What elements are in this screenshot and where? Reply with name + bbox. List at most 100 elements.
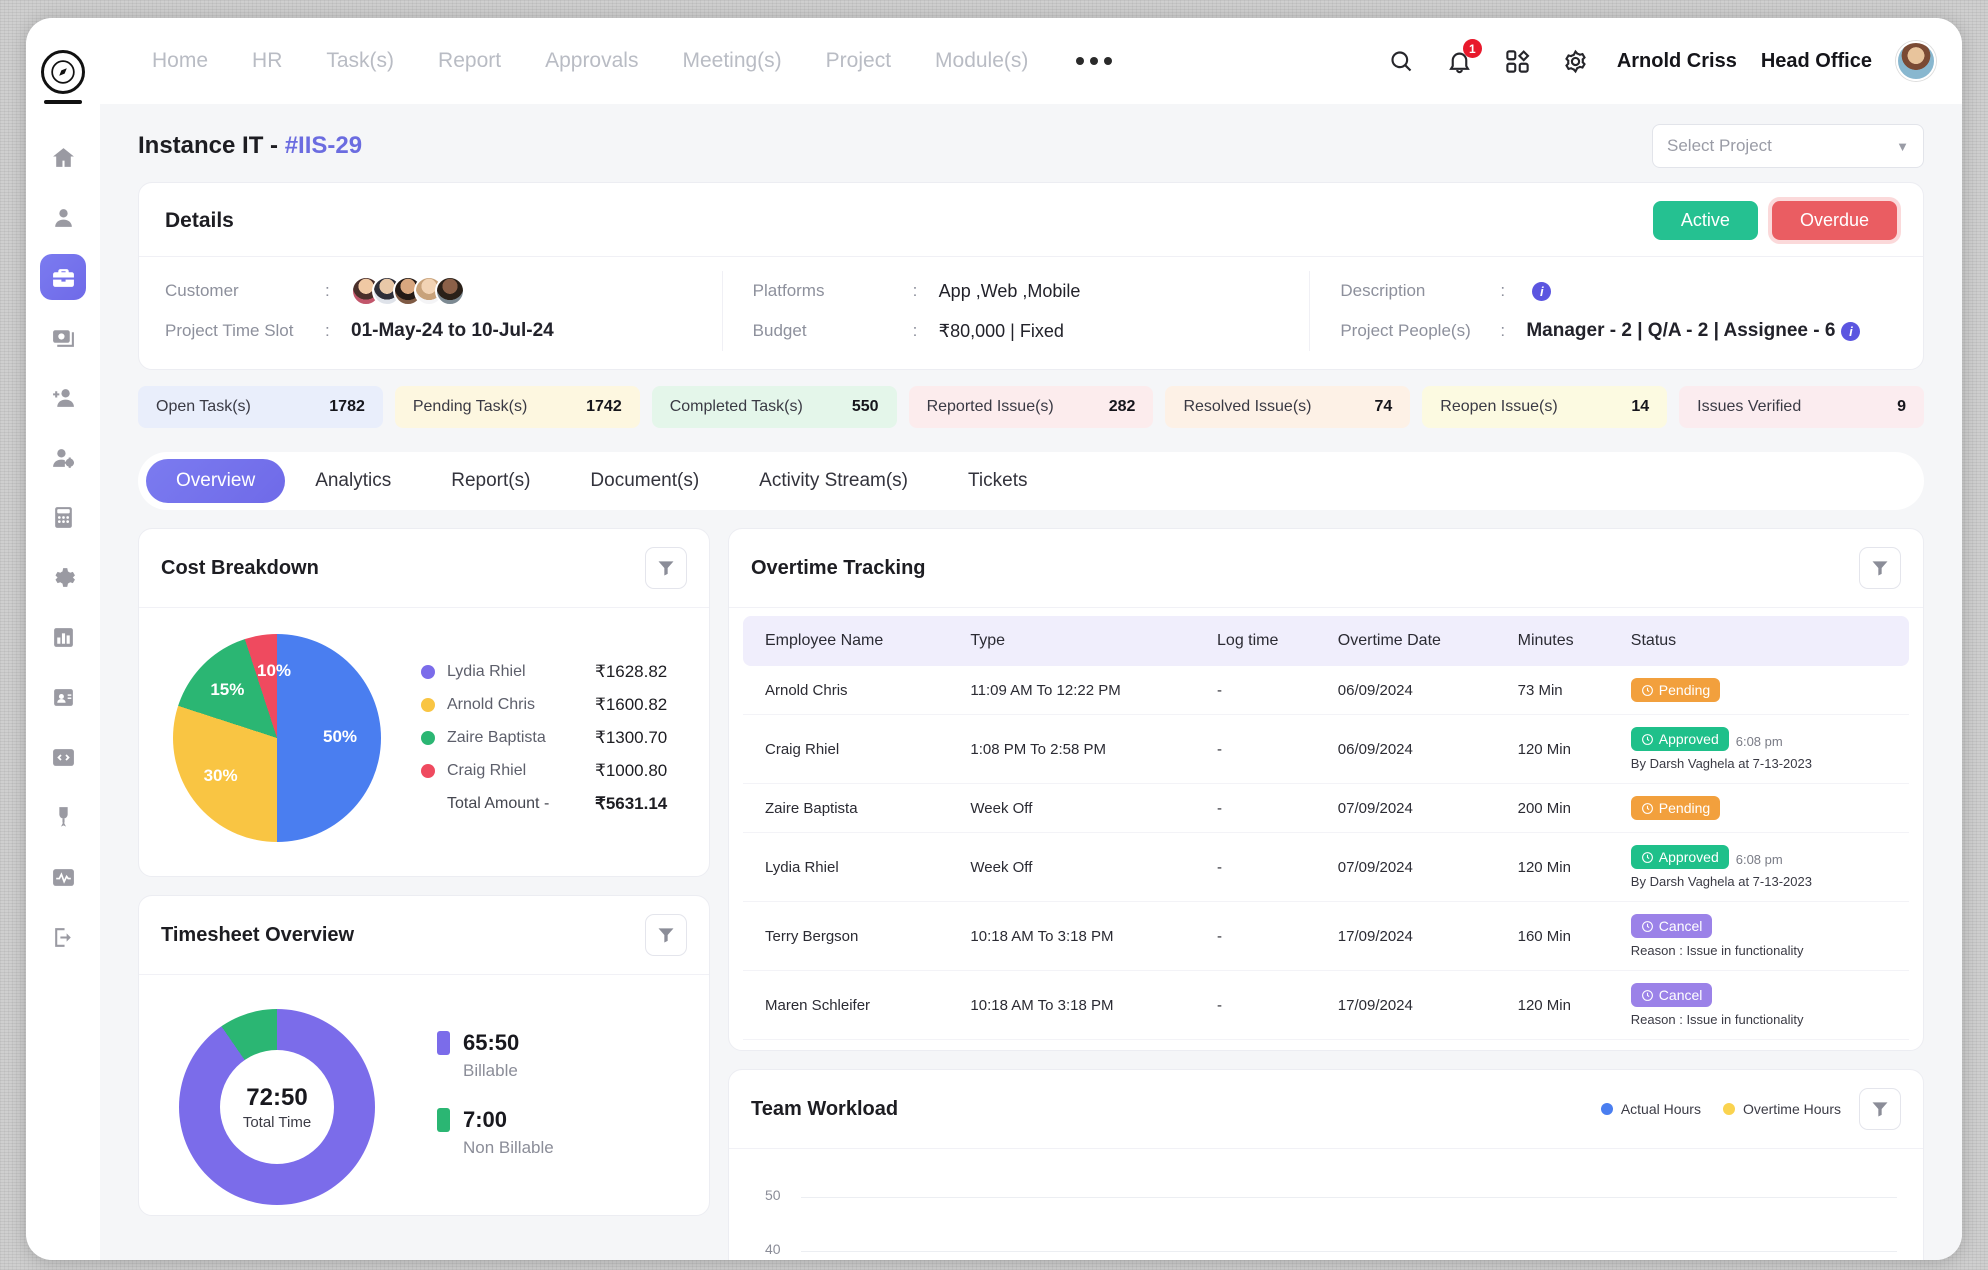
details-column-3: Description : i Project People(s) : Mana… bbox=[1309, 271, 1897, 351]
tab-overview[interactable]: Overview bbox=[146, 459, 286, 503]
overtime-tracking-widget: Overtime Tracking Employee Name Type Log… bbox=[728, 528, 1924, 1051]
sidebar-item-add-user[interactable] bbox=[40, 374, 86, 420]
avatar[interactable] bbox=[1896, 41, 1936, 81]
table-row[interactable]: Zaire Baptista Week Off -07/09/2024 200 Min… bbox=[743, 783, 1909, 833]
sidebar-item-calculator[interactable] bbox=[40, 494, 86, 540]
chip-open-tasks[interactable]: Open Task(s) 1782 bbox=[138, 386, 383, 428]
tab-activity-streams[interactable]: Activity Stream(s) bbox=[729, 459, 938, 503]
chip-reported-issues[interactable]: Reported Issue(s) 282 bbox=[908, 386, 1154, 428]
nav-item-hr[interactable]: HR bbox=[230, 49, 304, 73]
tab-documents[interactable]: Document(s) bbox=[560, 459, 729, 503]
customer-avatar-stack[interactable] bbox=[351, 276, 465, 306]
tab-tickets[interactable]: Tickets bbox=[938, 459, 1057, 503]
legend-dot bbox=[421, 731, 435, 745]
pie-slice-label: 30% bbox=[203, 765, 238, 785]
left-column: Cost Breakdown 50% 30% 15% 10% Lydia Rhi… bbox=[138, 528, 710, 1234]
sidebar-item-activity[interactable] bbox=[40, 854, 86, 900]
info-icon[interactable]: i bbox=[1841, 321, 1861, 341]
sidebar-item-reports[interactable] bbox=[40, 614, 86, 660]
status-badge-overdue[interactable]: Overdue bbox=[1771, 201, 1897, 240]
col-type: Type bbox=[958, 616, 1206, 666]
filter-icon[interactable] bbox=[645, 547, 687, 589]
nav-item-project[interactable]: Project bbox=[804, 49, 913, 73]
status-badge: Approved bbox=[1630, 845, 1729, 869]
nav-item-home[interactable]: Home bbox=[130, 49, 230, 73]
table-row[interactable]: Terry Bergson 10:18 AM To 3:18 PM -17/09/2… bbox=[743, 901, 1909, 971]
sidebar-item-contacts[interactable] bbox=[40, 674, 86, 720]
status-subtext: Reason : Issue in functionality bbox=[1630, 1012, 1804, 1027]
donut-center-value: 72:50 bbox=[246, 1083, 308, 1111]
page-content: Instance IT - #IIS-29 Select Project ▼ D… bbox=[100, 104, 1962, 1260]
chip-issues-verified[interactable]: Issues Verified 9 bbox=[1679, 386, 1925, 428]
cell-minutes: 73 Min bbox=[1505, 666, 1619, 715]
sidebar-item-settings[interactable] bbox=[40, 554, 86, 600]
compass-logo[interactable] bbox=[41, 50, 85, 94]
nav-item-approvals[interactable]: Approvals bbox=[523, 49, 660, 73]
nav-item-meetings[interactable]: Meeting(s) bbox=[660, 49, 803, 73]
nav-item-tasks[interactable]: Task(s) bbox=[304, 49, 416, 73]
cell-overtime-date: 17/09/2024 bbox=[1325, 970, 1506, 1040]
sidebar-item-home[interactable] bbox=[40, 134, 86, 180]
info-icon[interactable]: i bbox=[1532, 281, 1552, 301]
tab-reports[interactable]: Report(s) bbox=[421, 459, 560, 503]
user-name-label[interactable]: Arnold Criss bbox=[1617, 50, 1737, 73]
details-card: Details Active Overdue Customer : Projec… bbox=[138, 182, 1924, 370]
search-icon[interactable] bbox=[1385, 44, 1419, 78]
cell-minutes: 120 Min bbox=[1505, 714, 1619, 784]
filter-icon[interactable] bbox=[645, 914, 687, 956]
stat-chip-row: Open Task(s) 1782 Pending Task(s) 1742 Com… bbox=[100, 370, 1962, 436]
donut-legend: 65:50 Billable 7:00 Non Billable bbox=[437, 1030, 554, 1184]
grid-apps-icon[interactable] bbox=[1501, 44, 1535, 78]
time-slot-label: Project Time Slot bbox=[165, 321, 294, 340]
legend-swatch bbox=[437, 1108, 450, 1132]
more-menu-icon[interactable] bbox=[1050, 57, 1138, 65]
chip-resolved-issues[interactable]: Resolved Issue(s) 74 bbox=[1165, 386, 1411, 428]
sidebar-item-user-settings[interactable] bbox=[40, 434, 86, 480]
filter-icon[interactable] bbox=[1859, 547, 1901, 589]
tab-analytics[interactable]: Analytics bbox=[285, 459, 421, 503]
chip-completed-tasks[interactable]: Completed Task(s) 550 bbox=[651, 386, 897, 428]
sidebar-item-award[interactable] bbox=[40, 794, 86, 840]
pie-slice-label: 10% bbox=[257, 661, 292, 680]
sidebar-item-payroll[interactable] bbox=[40, 314, 86, 360]
cell-status: Approved 6:08 pm By Darsh Vaghela at 7-13-… bbox=[1618, 714, 1909, 784]
details-header: Details Active Overdue bbox=[139, 183, 1923, 257]
timesheet-chart: 72:50 Total Time 65:50 Billable 7:00 Non… bbox=[139, 975, 709, 1215]
page-header: Instance IT - #IIS-29 Select Project ▼ bbox=[100, 104, 1962, 182]
gear-icon[interactable] bbox=[1559, 44, 1593, 78]
nav-item-report[interactable]: Report bbox=[416, 49, 523, 73]
time-slot-value: 01-May-24 to 10-Jul-24 bbox=[351, 320, 554, 341]
nav-item-modules[interactable]: Module(s) bbox=[913, 49, 1050, 73]
status-label: Cancel bbox=[1658, 987, 1703, 1003]
donut-chart: 72:50 Total Time bbox=[179, 1009, 375, 1205]
table-row[interactable]: Lydia Rhiel Week Off -07/09/2024 120 Min App… bbox=[743, 832, 1909, 902]
table-row[interactable]: Arnold Chris 11:09 AM To 12:22 PM -06/09/2… bbox=[743, 666, 1909, 715]
sidebar-item-logout[interactable] bbox=[40, 914, 86, 960]
col-employee-name: Employee Name bbox=[743, 616, 959, 666]
chevron-down-icon: ▼ bbox=[1896, 138, 1909, 154]
select-project-dropdown[interactable]: Select Project ▼ bbox=[1652, 124, 1924, 168]
bar-plot-area: 20304050 bbox=[765, 1171, 1897, 1260]
legend-label: Billable bbox=[463, 1061, 518, 1080]
legend-value: ₹1600.82 bbox=[595, 695, 668, 714]
pie-slice-label: 15% bbox=[210, 680, 245, 700]
status-badge-active[interactable]: Active bbox=[1652, 201, 1758, 240]
app-window: Home HR Task(s) Report Approvals Meeting… bbox=[26, 18, 1962, 1260]
office-label[interactable]: Head Office bbox=[1761, 50, 1872, 73]
cell-type: 10:18 AM To 3:18 PM bbox=[958, 901, 1206, 971]
overtime-table-body: Arnold Chris 11:09 AM To 12:22 PM -06/09/2… bbox=[743, 666, 1909, 1040]
table-row[interactable]: Craig Rhiel 1:08 PM To 2:58 PM -06/09/2024… bbox=[743, 714, 1909, 784]
notification-bell-icon[interactable]: 1 bbox=[1443, 39, 1482, 78]
budget-label: Budget bbox=[752, 321, 807, 340]
pie-slice-label: 50% bbox=[323, 727, 358, 746]
sidebar-item-projects[interactable] bbox=[40, 254, 86, 300]
table-row[interactable]: Maren Schleifer 10:18 AM To 3:18 PM -17/09… bbox=[743, 970, 1909, 1040]
chip-pending-tasks[interactable]: Pending Task(s) 1742 bbox=[394, 386, 640, 428]
cell-overtime-date: 06/09/2024 bbox=[1325, 714, 1506, 784]
chip-reopen-issues[interactable]: Reopen Issue(s) 14 bbox=[1422, 386, 1668, 428]
team-workload-header: Team Workload Actual Hours Overtime Hour… bbox=[729, 1070, 1923, 1149]
sidebar-item-code[interactable] bbox=[40, 734, 86, 780]
sidebar-item-user[interactable] bbox=[40, 194, 86, 240]
people-label: Project People(s) bbox=[1340, 321, 1471, 340]
filter-icon[interactable] bbox=[1859, 1088, 1901, 1130]
